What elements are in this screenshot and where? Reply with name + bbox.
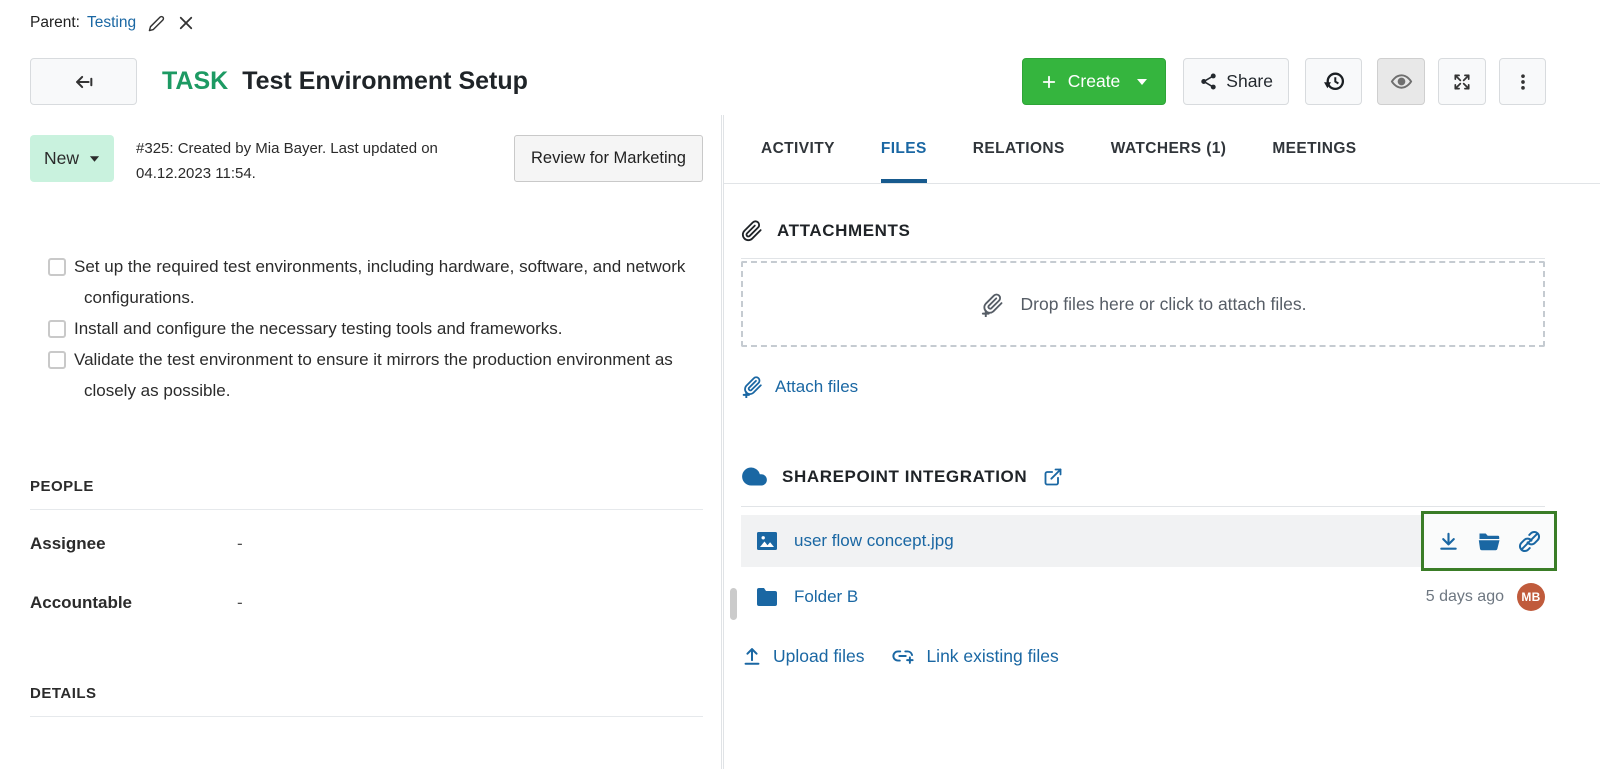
parent-link[interactable]: Testing <box>87 14 136 32</box>
paperclip-icon <box>741 220 763 242</box>
upload-files-link[interactable]: Upload files <box>741 645 864 667</box>
divider <box>30 716 703 717</box>
create-button[interactable]: Create <box>1022 58 1167 105</box>
remove-parent-icon[interactable] <box>177 14 195 32</box>
tab-activity[interactable]: ACTIVITY <box>761 115 835 183</box>
status-dropdown[interactable]: New <box>30 135 114 182</box>
plus-icon <box>1040 73 1058 91</box>
checklist-item-label: Set up the required test environments, i… <box>74 251 688 313</box>
tab-watchers[interactable]: WATCHERS (1) <box>1111 115 1227 183</box>
external-link-icon[interactable] <box>1043 467 1063 487</box>
divider <box>30 509 703 510</box>
open-folder-icon[interactable] <box>1477 529 1501 553</box>
checkbox[interactable] <box>48 320 66 338</box>
field-label: Accountable <box>30 593 237 613</box>
checklist-item-label: Install and configure the necessary test… <box>74 313 563 344</box>
tab-bar: ACTIVITY FILES RELATIONS WATCHERS (1) ME… <box>724 115 1600 184</box>
work-package-detail-panel: New #325: Created by Mia Bayer. Last upd… <box>0 115 722 769</box>
work-package-type[interactable]: TASK <box>162 67 228 96</box>
share-button[interactable]: Share <box>1183 58 1289 105</box>
storage-file-link[interactable]: user flow concept.jpg <box>794 531 954 551</box>
tab-meetings[interactable]: MEETINGS <box>1272 115 1356 183</box>
upload-files-label: Upload files <box>773 646 864 667</box>
cloud-icon <box>741 463 768 490</box>
page-title[interactable]: Test Environment Setup <box>242 67 528 96</box>
caret-down-icon <box>1136 78 1148 86</box>
details-section-heading: DETAILS <box>30 685 691 702</box>
checklist-item-label: Validate the test environment to ensure … <box>74 344 688 406</box>
status-label: New <box>44 148 79 169</box>
file-actions-highlight-box <box>1421 511 1557 571</box>
link-plus-icon <box>890 645 916 667</box>
review-for-marketing-button[interactable]: Review for Marketing <box>514 135 703 182</box>
more-actions-button[interactable] <box>1499 58 1546 105</box>
work-package-tabs-panel: ACTIVITY FILES RELATIONS WATCHERS (1) ME… <box>723 115 1600 769</box>
description-checklist: Set up the required test environments, i… <box>48 251 688 406</box>
create-button-label: Create <box>1068 71 1121 92</box>
checklist-item: Validate the test environment to ensure … <box>48 344 688 406</box>
people-section-heading: PEOPLE <box>30 478 691 495</box>
tab-files[interactable]: FILES <box>881 115 927 183</box>
attach-files-label: Attach files <box>775 377 858 397</box>
caret-down-icon <box>89 155 100 163</box>
sharepoint-heading: SHAREPOINT INTEGRATION <box>782 467 1027 487</box>
divider <box>741 258 1545 259</box>
checkbox[interactable] <box>48 258 66 276</box>
assignee-field: Assignee - <box>30 534 691 554</box>
eye-icon <box>1390 70 1413 93</box>
watch-button[interactable] <box>1377 58 1425 105</box>
accountable-field: Accountable - <box>30 593 691 613</box>
attachments-section-header: ATTACHMENTS <box>741 220 1545 242</box>
checklist-item: Install and configure the necessary test… <box>48 313 688 344</box>
link-existing-files-label: Link existing files <box>926 646 1058 667</box>
fullscreen-icon <box>1452 72 1472 92</box>
paperclip-plus-icon <box>980 292 1005 317</box>
paperclip-plus-icon <box>741 375 764 398</box>
history-icon <box>1322 70 1346 94</box>
checkbox[interactable] <box>48 351 66 369</box>
work-package-info: #325: Created by Mia Bayer. Last updated… <box>136 135 468 187</box>
checklist-item: Set up the required test environments, i… <box>48 251 688 313</box>
kebab-icon <box>1513 72 1533 92</box>
fullscreen-button[interactable] <box>1438 58 1486 105</box>
back-button[interactable] <box>30 58 137 105</box>
link-existing-files-link[interactable]: Link existing files <box>890 645 1058 667</box>
activity-history-button[interactable] <box>1305 58 1362 105</box>
sharepoint-section-header: SHAREPOINT INTEGRATION <box>741 463 1545 490</box>
work-package-header: TASK Test Environment Setup Create Share <box>30 58 1546 105</box>
field-value[interactable]: - <box>237 593 243 613</box>
parent-label: Parent: <box>30 14 80 32</box>
divider <box>741 506 1545 507</box>
attachments-dropzone[interactable]: Drop files here or click to attach files… <box>741 261 1545 347</box>
attachments-heading: ATTACHMENTS <box>777 221 910 241</box>
field-label: Assignee <box>30 534 237 554</box>
unlink-icon[interactable] <box>1518 530 1541 553</box>
storage-file-row[interactable]: user flow concept.jpg <box>741 515 1545 567</box>
download-icon[interactable] <box>1437 530 1460 553</box>
parent-bar: Parent: Testing <box>30 14 195 32</box>
tab-relations[interactable]: RELATIONS <box>973 115 1065 183</box>
field-value[interactable]: - <box>237 534 243 554</box>
upload-icon <box>741 645 763 667</box>
avatar: MB <box>1517 583 1545 611</box>
share-icon <box>1199 72 1218 91</box>
attach-files-link[interactable]: Attach files <box>741 375 858 398</box>
back-arrow-icon <box>73 71 95 93</box>
folder-icon <box>755 585 779 609</box>
folder-updated-text: 5 days ago <box>1426 588 1504 606</box>
share-button-label: Share <box>1226 71 1273 92</box>
storage-folder-row[interactable]: Folder B 5 days ago MB <box>741 573 1545 621</box>
edit-parent-icon[interactable] <box>148 15 165 32</box>
dropzone-text: Drop files here or click to attach files… <box>1021 294 1307 315</box>
storage-folder-link[interactable]: Folder B <box>794 587 858 607</box>
image-file-icon <box>755 529 779 553</box>
